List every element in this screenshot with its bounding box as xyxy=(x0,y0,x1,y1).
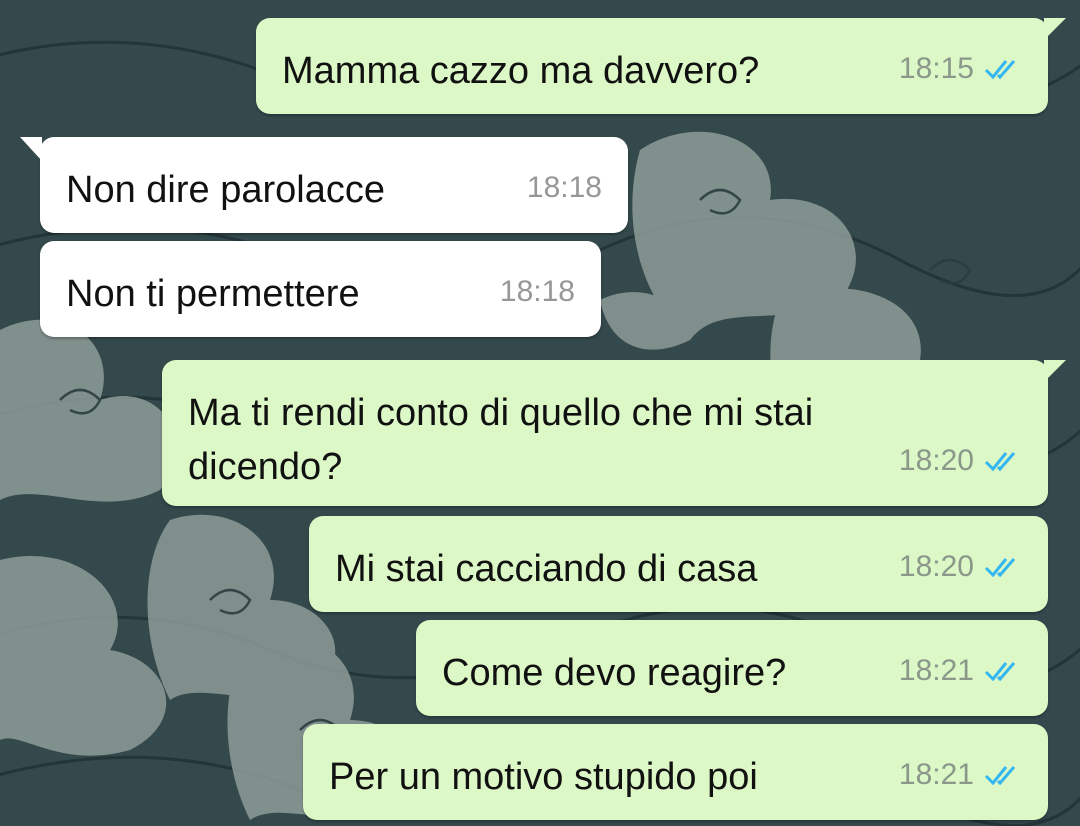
message-time: 18:15 xyxy=(898,52,974,85)
message-meta: 18:18 xyxy=(500,265,575,319)
message-bubble-outgoing[interactable]: Per un motivo stupido poi 18:21 xyxy=(303,724,1048,820)
message-meta: 18:21 xyxy=(899,644,1022,698)
message-text: Mi stai cacciando di casa xyxy=(335,548,758,590)
message-time: 18:21 xyxy=(898,758,974,791)
message-time: 18:18 xyxy=(499,275,575,308)
message-meta: 18:15 xyxy=(899,42,1022,96)
message-meta: 18:20 xyxy=(899,540,1022,594)
message-bubble-incoming[interactable]: Non ti permettere 18:18 xyxy=(40,241,601,337)
message-bubble-outgoing[interactable]: Ma ti rendi conto di quello che mi stai … xyxy=(162,360,1066,506)
message-time: 18:20 xyxy=(898,444,974,477)
message-meta: 18:21 xyxy=(899,748,1022,802)
double-check-icon xyxy=(984,558,1016,578)
message-text: Ma ti rendi conto di quello che mi stai … xyxy=(188,392,814,488)
message-text: Come devo reagire? xyxy=(442,652,787,694)
message-bubble-incoming[interactable]: Non dire parolacce 18:18 xyxy=(20,137,628,233)
message-text: Mamma cazzo ma davvero? xyxy=(282,50,760,92)
message-time: 18:21 xyxy=(898,654,974,687)
message-text: Non ti permettere xyxy=(66,273,360,315)
message-time: 18:20 xyxy=(898,550,974,583)
double-check-icon xyxy=(984,452,1016,472)
message-meta: 18:18 xyxy=(527,161,602,215)
double-check-icon xyxy=(984,766,1016,786)
double-check-icon xyxy=(984,60,1016,80)
message-text: Per un motivo stupido poi xyxy=(329,756,758,798)
message-bubble-outgoing[interactable]: Mamma cazzo ma davvero? 18:15 xyxy=(256,18,1066,114)
message-meta: 18:20 xyxy=(899,434,1022,488)
message-bubble-outgoing[interactable]: Come devo reagire? 18:21 xyxy=(416,620,1048,716)
message-text: Non dire parolacce xyxy=(66,169,385,211)
message-bubble-outgoing[interactable]: Mi stai cacciando di casa 18:20 xyxy=(309,516,1048,612)
double-check-icon xyxy=(984,662,1016,682)
message-time: 18:18 xyxy=(526,171,602,204)
